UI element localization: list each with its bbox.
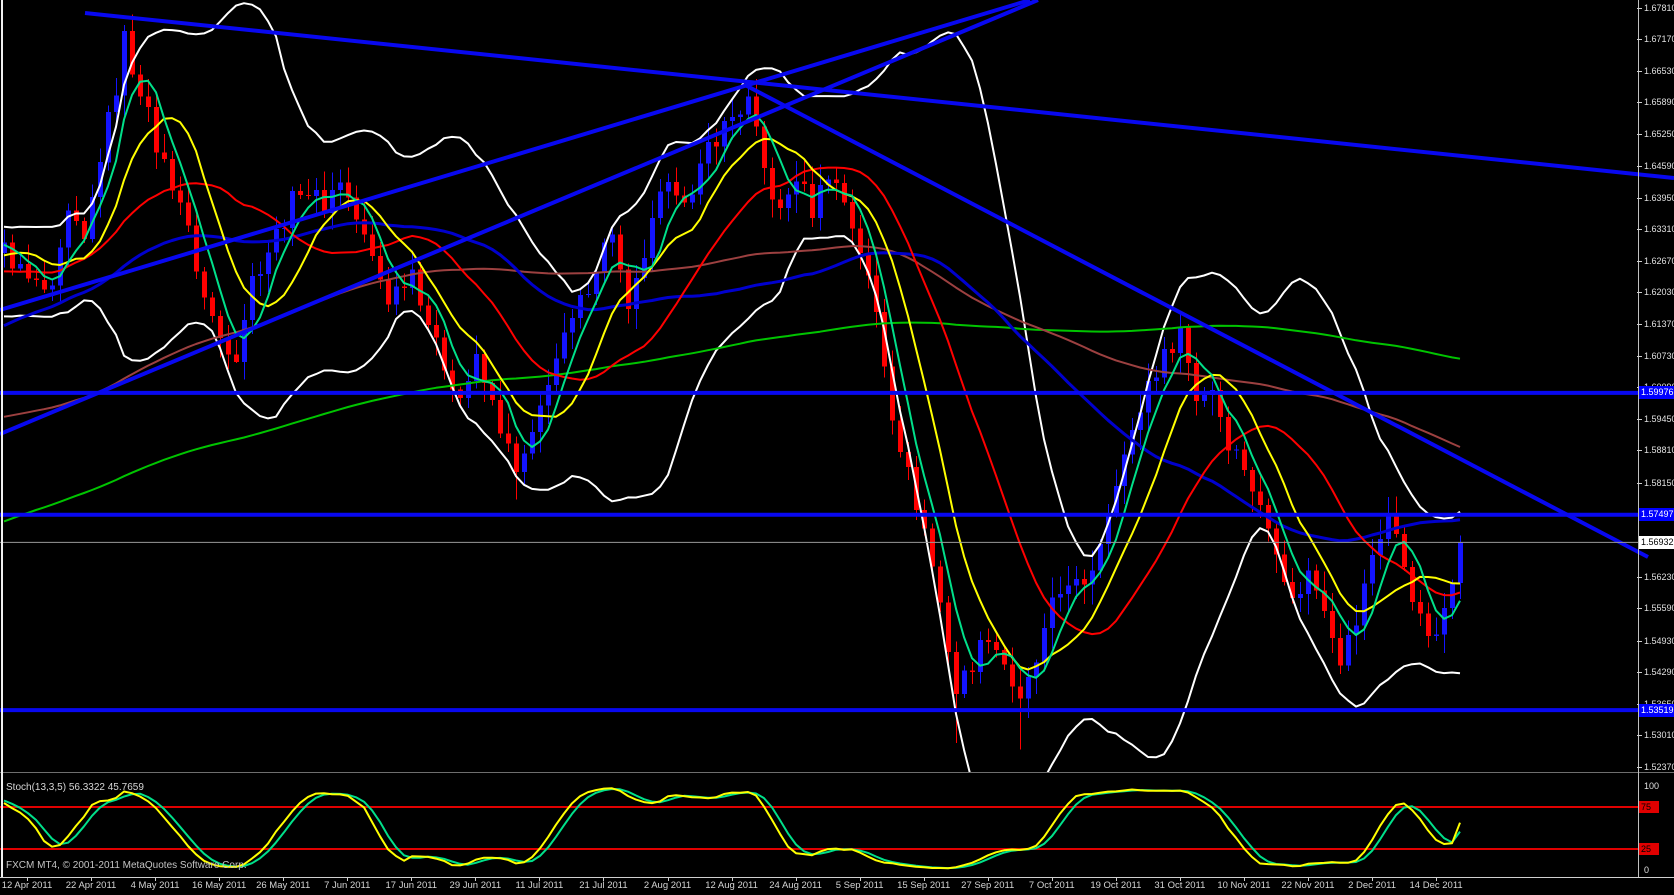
- price-tick-label: 1.63310: [1644, 224, 1674, 235]
- stochastic-level-label: 25: [1639, 843, 1659, 855]
- current-price-label: 1.56932: [1639, 535, 1674, 549]
- price-level-label: 1.59976: [1639, 386, 1674, 400]
- date-tick-label: 2 Dec 2011: [1348, 880, 1396, 891]
- date-tick-label: 4 May 2011: [130, 880, 180, 891]
- price-tick-label: 1.53010: [1644, 730, 1674, 741]
- price-tick-label: 1.52370: [1644, 761, 1674, 772]
- price-tick-label: 1.55590: [1644, 603, 1674, 614]
- date-tick-label: 12 Aug 2011: [705, 880, 758, 891]
- price-tick-label: 1.61370: [1644, 319, 1674, 330]
- price-tick-mark: [1637, 197, 1642, 199]
- stochastic-scale-label: 0: [1644, 865, 1650, 875]
- price-tick-mark: [1637, 672, 1642, 674]
- price-tick-mark: [1637, 291, 1642, 293]
- date-tick-label: 21 Jul 2011: [579, 880, 628, 891]
- price-tick-label: 1.58810: [1644, 445, 1674, 456]
- date-tick-label: 7 Oct 2011: [1028, 880, 1075, 891]
- date-tick-label: 12 Apr 2011: [1, 880, 53, 891]
- date-tick-label: 14 Dec 2011: [1409, 880, 1463, 891]
- date-tick-label: 11 Jul 2011: [515, 880, 564, 891]
- price-tick-mark: [1637, 102, 1642, 104]
- date-tick-label: 16 May 2011: [192, 880, 247, 891]
- price-tick-mark: [1637, 482, 1642, 484]
- price-tick-label: 1.62670: [1644, 255, 1674, 266]
- date-tick-label: 26 May 2011: [256, 880, 311, 891]
- price-tick-mark: [1637, 608, 1642, 610]
- date-tick-label: 2 Aug 2011: [643, 880, 692, 891]
- date-tick-label: 10 Nov 2011: [1217, 880, 1271, 891]
- price-tick-label: 1.54930: [1644, 635, 1674, 646]
- price-level-label: 1.53519: [1639, 703, 1674, 717]
- price-tick-mark: [1637, 355, 1642, 357]
- price-tick-label: 1.56230: [1644, 571, 1674, 582]
- date-tick-label: 29 Jun 2011: [449, 880, 502, 891]
- price-tick-label: 1.65250: [1644, 128, 1674, 139]
- price-tick-mark: [1637, 766, 1642, 768]
- price-tick-label: 1.67170: [1644, 34, 1674, 45]
- price-tick-mark: [1637, 735, 1642, 737]
- price-tick-label: 1.54290: [1644, 667, 1674, 678]
- date-tick-label: 24 Aug 2011: [769, 880, 822, 891]
- date-tick-label: 31 Oct 2011: [1154, 880, 1206, 891]
- price-tick-mark: [1637, 70, 1642, 72]
- stochastic-level-label: 75: [1639, 801, 1659, 813]
- date-tick-label: 19 Oct 2011: [1090, 880, 1142, 891]
- price-tick-mark: [1637, 450, 1642, 452]
- price-tick-mark: [1637, 39, 1642, 41]
- price-axis[interactable]: 1.67810 1.67170 1.66530 1.65890 1.65250 1.645…: [0, 0, 1674, 877]
- date-tick-label: 5 Sep 2011: [835, 880, 884, 891]
- time-axis[interactable]: 12 Apr 2011 22 Apr 2011 4 May 2011 16 May 2…: [0, 877, 1674, 895]
- date-tick-label: 7 Jun 2011: [324, 880, 371, 891]
- copyright-text: FXCM MT4, © 2001-2011 MetaQuotes Softwar…: [6, 860, 247, 871]
- date-tick-label: 22 Apr 2011: [65, 880, 117, 891]
- price-tick-mark: [1637, 8, 1642, 9]
- price-tick-label: 1.63950: [1644, 192, 1674, 203]
- price-tick-label: 1.60730: [1644, 350, 1674, 361]
- price-tick-mark: [1637, 133, 1642, 135]
- price-tick-label: 1.59450: [1644, 413, 1674, 424]
- date-tick-label: 27 Sep 2011: [961, 880, 1015, 891]
- price-tick-label: 1.62030: [1644, 286, 1674, 297]
- price-tick-label: 1.67810: [1644, 3, 1674, 13]
- date-tick-label: 22 Nov 2011: [1281, 880, 1335, 891]
- price-tick-label: 1.58150: [1644, 477, 1674, 488]
- stochastic-scale-label: 100: [1644, 781, 1660, 791]
- price-tick-mark: [1637, 260, 1642, 262]
- price-tick-mark: [1637, 229, 1642, 231]
- date-tick-label: 17 Jun 2011: [385, 880, 438, 891]
- price-tick-mark: [1637, 166, 1642, 168]
- mt4-chart-window: Stoch(13,3,5) 56.3322 45.7659 1.67810 1.6…: [0, 0, 1674, 895]
- price-tick-label: 1.64590: [1644, 161, 1674, 172]
- price-tick-mark: [1637, 324, 1642, 326]
- price-tick-mark: [1637, 418, 1642, 420]
- price-tick-mark: [1637, 576, 1642, 578]
- price-level-label: 1.57497: [1639, 508, 1674, 522]
- price-tick-label: 1.65890: [1644, 97, 1674, 108]
- price-tick-mark: [1637, 640, 1642, 642]
- date-tick-label: 15 Sep 2011: [897, 880, 951, 891]
- price-tick-label: 1.66530: [1644, 65, 1674, 76]
